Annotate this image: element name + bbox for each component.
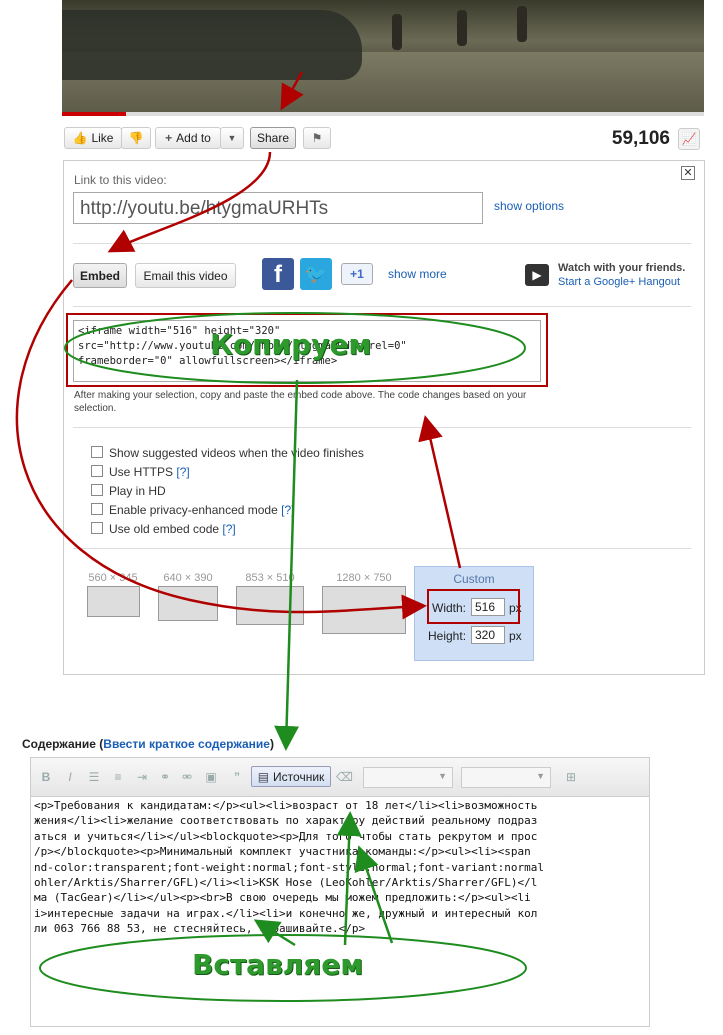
- green-arrow-to-editor: [274, 379, 300, 751]
- green-arrow-paste-right: [354, 845, 394, 944]
- green-arrow-paste-mid: [336, 811, 362, 946]
- width-highlight-box: [427, 589, 520, 624]
- red-arrow-to-share: [280, 71, 304, 111]
- green-arrow-paste-left: [253, 919, 296, 947]
- red-arrow-share-to-embed: [107, 151, 272, 253]
- copy-annotation: Копируем: [210, 328, 372, 361]
- red-arrow-width-to-note: [418, 415, 462, 569]
- annotation-overlay: [15, 71, 548, 1002]
- paste-annotation: Вставляем: [192, 948, 364, 981]
